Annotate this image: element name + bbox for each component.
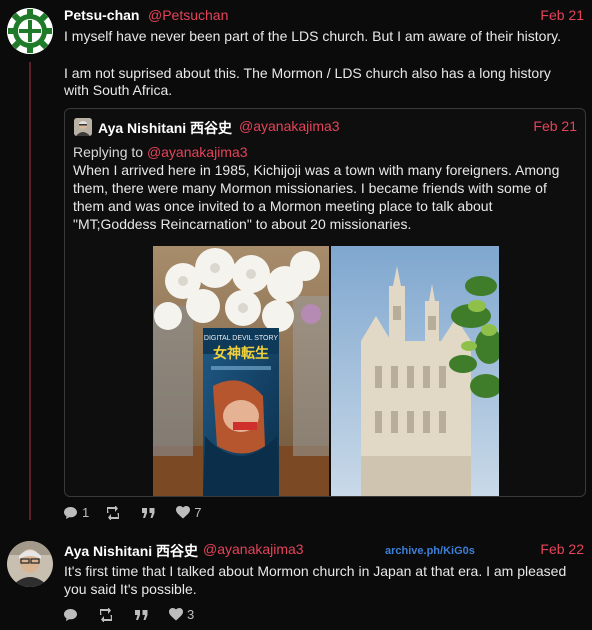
quote-icon <box>135 609 148 620</box>
author-name[interactable]: Aya Nishitani 西谷史 <box>64 541 198 561</box>
author-name[interactable]: Petsu-chan <box>64 7 139 23</box>
temple-photo <box>331 246 499 496</box>
reply-action[interactable] <box>63 608 82 622</box>
book-title-en: DIGITAL DEVIL STORY <box>204 335 279 342</box>
speech-bubble-icon <box>64 608 77 621</box>
person-photo-icon <box>74 118 92 136</box>
replying-handle[interactable]: @ayanakajima3 <box>147 144 248 160</box>
reply-count: 1 <box>82 505 90 520</box>
book-flowers-photo: DIGITAL DEVIL STORY 女神転生 <box>153 246 329 496</box>
person-photo-icon <box>7 541 53 587</box>
reply-action[interactable]: 1 <box>63 505 89 520</box>
speech-bubble-icon <box>64 506 77 519</box>
action-bar: 1 7 <box>63 505 217 520</box>
retweet-action[interactable] <box>105 505 125 520</box>
heart-icon <box>176 506 191 519</box>
image-temple[interactable] <box>331 246 499 496</box>
action-bar: 3 <box>63 607 210 622</box>
image-book-flowers[interactable]: DIGITAL DEVIL STORY 女神転生 <box>153 246 329 496</box>
heart-icon <box>169 608 183 621</box>
quote-author-name[interactable]: Aya Nishitani 西谷史 <box>98 118 232 138</box>
quote-text-line: When I arrived here in 1985, Kichijoji w… <box>73 162 560 178</box>
post-text-line: with South Africa. <box>64 82 173 98</box>
gear-cross-logo-icon <box>7 8 53 54</box>
avatar-ayanishitani[interactable] <box>7 541 53 587</box>
like-count: 7 <box>194 505 202 520</box>
quoted-post[interactable]: Aya Nishitani 西谷史 @ayanakajima3 Feb 21 R… <box>64 108 586 497</box>
like-count: 3 <box>187 607 195 622</box>
retweet-action[interactable] <box>98 607 118 622</box>
avatar-petsuchan[interactable] <box>7 8 53 54</box>
like-action[interactable]: 3 <box>169 607 194 622</box>
quote-action[interactable] <box>141 507 160 519</box>
quote-text-line: "MT;Goddess Reincarnation" to about 20 m… <box>73 216 412 232</box>
post-date[interactable]: Feb 22 <box>540 541 584 557</box>
retweet-icon <box>107 505 120 520</box>
archive-link[interactable]: archive.ph/KiG0s <box>385 545 475 557</box>
quote-text-line: them and was once invited to a Mormon me… <box>73 198 493 214</box>
like-action[interactable]: 7 <box>176 505 201 520</box>
author-handle[interactable]: @ayanakajima3 <box>203 541 304 557</box>
author-handle[interactable]: @Petsuchan <box>148 7 228 23</box>
avatar-ayanishitani-small[interactable] <box>74 118 92 136</box>
post-text-line: I myself have never been part of the LDS… <box>64 28 561 44</box>
retweet-icon <box>100 607 112 622</box>
replying-prefix: Replying to <box>73 144 147 160</box>
post-date[interactable]: Feb 21 <box>540 7 584 23</box>
post-text-line: I am not suprised about this. The Mormon… <box>64 65 551 81</box>
replying-to: Replying to @ayanakajima3 <box>73 144 248 160</box>
post-petsuchan: Petsu-chan @Petsuchan Feb 21 I myself ha… <box>0 0 592 530</box>
post-text-line: you said It's possible. <box>64 581 197 597</box>
quote-date[interactable]: Feb 21 <box>533 118 577 134</box>
quote-text-line: them, there were many Mormon missionarie… <box>73 180 547 196</box>
quote-icon <box>142 507 155 518</box>
thread-line <box>29 62 31 520</box>
post-text-line: It's first time that I talked about Morm… <box>64 563 567 579</box>
quote-author-handle[interactable]: @ayanakajima3 <box>239 118 340 134</box>
book-title-jp: 女神転生 <box>213 345 269 362</box>
quote-action[interactable] <box>134 609 153 621</box>
